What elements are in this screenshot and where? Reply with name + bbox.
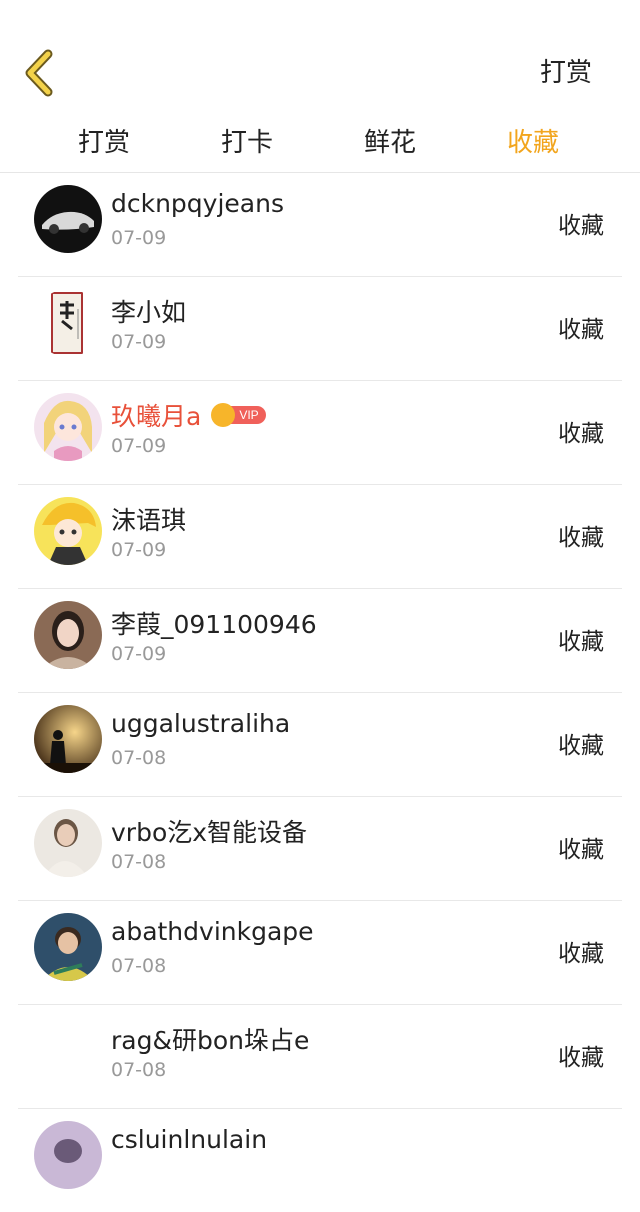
top-bar: 打赏 (0, 0, 640, 116)
reward-button[interactable]: 打赏 (540, 52, 592, 89)
tab-flowers[interactable]: 鲜花 (364, 122, 416, 159)
chevron-left-icon (25, 49, 53, 97)
woman-photo-avatar (34, 601, 102, 669)
date: 07-09 (111, 227, 167, 249)
user-name: vrbo汔x智能设备 (111, 818, 308, 847)
date: 07-09 (111, 331, 167, 353)
date: 07-09 (111, 539, 167, 561)
favorite-label: 收藏 (558, 421, 604, 447)
list-item[interactable]: dcknpqyjeans 07-09 收藏 (18, 173, 622, 277)
back-button[interactable] (20, 48, 64, 98)
favorite-label: 收藏 (558, 629, 604, 655)
list-item[interactable]: 沫语琪 07-09 收藏 (18, 485, 622, 589)
date: 07-09 (111, 643, 167, 665)
tab-checkin[interactable]: 打卡 (221, 122, 273, 159)
anime-character-avatar (34, 497, 102, 565)
list-item[interactable]: rag&研bon垛占e 07-08 收藏 (18, 1005, 622, 1109)
boy-photo-avatar (34, 913, 102, 981)
user-name: 玖曦月a (111, 402, 202, 431)
favorite-label: 收藏 (558, 837, 604, 863)
user-name: 沫语琪 (111, 506, 187, 535)
favorite-label: 收藏 (558, 733, 604, 759)
date: 07-08 (111, 851, 167, 873)
favorites-list: dcknpqyjeans 07-09 收藏 李小如 07-09 收藏 玖曦月a … (0, 173, 640, 1212)
anime-girl-avatar (34, 393, 102, 461)
date: 07-09 (111, 435, 167, 457)
blank-avatar (34, 1017, 102, 1085)
user-name: 李葭_091100946 (111, 610, 317, 639)
list-item[interactable]: csluinlnulain (18, 1109, 622, 1212)
woman-portrait-avatar (34, 809, 102, 877)
user-name: uggalustraliha (111, 709, 291, 738)
list-item[interactable]: 玖曦月a VIP 07-09 收藏 (18, 381, 622, 485)
user-name: abathdvinkgape (111, 917, 314, 946)
favorite-label: 收藏 (558, 941, 604, 967)
date: 07-08 (111, 747, 167, 769)
date: 07-08 (111, 955, 167, 977)
list-item[interactable]: 李葭_091100946 07-09 收藏 (18, 589, 622, 693)
date: 07-08 (111, 1059, 167, 1081)
calligraphy-scroll-avatar (34, 289, 102, 357)
sunset-silhouette-avatar (34, 705, 102, 773)
car-avatar (34, 185, 102, 253)
tab-favorites[interactable]: 收藏 (507, 122, 559, 159)
list-item[interactable]: uggalustraliha 07-08 收藏 (18, 693, 622, 797)
favorite-label: 收藏 (558, 213, 604, 239)
favorite-label: 收藏 (558, 525, 604, 551)
user-name: dcknpqyjeans (111, 189, 284, 218)
list-item[interactable]: abathdvinkgape 07-08 收藏 (18, 901, 622, 1005)
user-name: 李小如 (111, 298, 187, 327)
favorite-label: 收藏 (558, 1045, 604, 1071)
vip-badge: VIP (211, 403, 266, 427)
partial-avatar (34, 1121, 102, 1189)
list-item[interactable]: 李小如 07-09 收藏 (18, 277, 622, 381)
user-name: csluinlnulain (111, 1125, 268, 1154)
tab-reward[interactable]: 打赏 (78, 122, 130, 159)
list-item[interactable]: vrbo汔x智能设备 07-08 收藏 (18, 797, 622, 901)
tab-bar: 打赏 打卡 鲜花 收藏 (0, 116, 640, 173)
favorite-label: 收藏 (558, 317, 604, 343)
user-name: rag&研bon垛占e (111, 1026, 310, 1055)
